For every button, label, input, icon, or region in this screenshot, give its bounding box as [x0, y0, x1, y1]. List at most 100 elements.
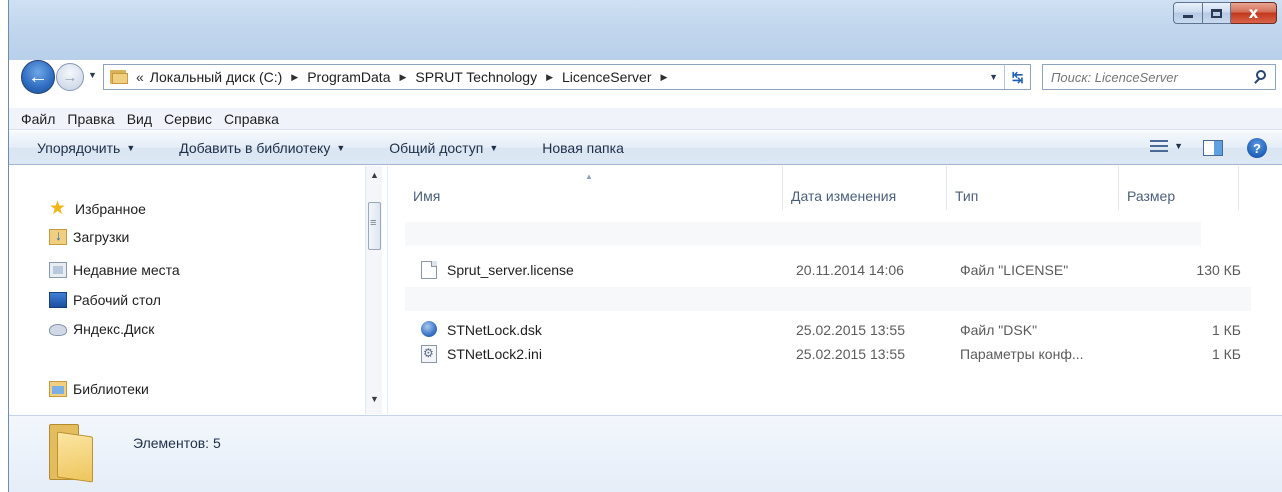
breadcrumb-sprut-technology[interactable]: SPRUT Technology	[415, 69, 537, 85]
star-icon: ★	[49, 198, 67, 219]
folder-icon	[49, 424, 97, 483]
library-icon	[49, 381, 67, 397]
file-row[interactable]: STNetLock.dsk 25.02.2015 13:55 Файл "DSK…	[389, 319, 1282, 341]
menu-bar: Файл Правка Вид Сервис Справка	[9, 108, 1282, 130]
share-button[interactable]: Общий доступ ▼	[389, 140, 498, 156]
column-header-name[interactable]: Имя	[405, 166, 783, 210]
scroll-up-icon[interactable]: ▲	[366, 170, 383, 184]
organize-button[interactable]: Упорядочить ▼	[37, 140, 135, 156]
column-header-label: Дата изменения	[791, 188, 897, 204]
search-input[interactable]	[1051, 69, 1247, 85]
organize-label: Упорядочить	[37, 139, 121, 156]
column-headers: Имя ▲ Дата изменения Тип Размер	[389, 166, 1282, 210]
close-icon: x	[1248, 4, 1259, 22]
nav-scrollbar[interactable]: ▲ ▼	[365, 166, 382, 414]
refresh-icon: ↹	[1011, 68, 1024, 85]
file-row[interactable]: STNetLock2.ini 25.02.2015 13:55 Параметр…	[389, 343, 1282, 365]
nav-item-desktop[interactable]: Рабочий стол	[49, 289, 161, 311]
items-count: Элементов: 5	[133, 435, 221, 451]
desktop-icon	[49, 292, 67, 308]
license-file-icon	[421, 261, 437, 279]
file-name: STNetLock2.ini	[447, 346, 542, 362]
file-date: 25.02.2015 13:55	[796, 322, 905, 338]
nav-item-yandex-disk[interactable]: Яндекс.Диск	[49, 318, 154, 340]
new-folder-label: Новая папка	[542, 139, 624, 156]
breadcrumb-overflow[interactable]: «	[136, 69, 144, 85]
nav-item-label: Недавние места	[73, 262, 180, 278]
preview-pane-icon[interactable]	[1203, 140, 1223, 156]
ini-file-icon	[421, 345, 437, 363]
search-box[interactable]	[1042, 64, 1276, 90]
new-folder-button[interactable]: Новая папка	[542, 140, 624, 156]
maximize-button[interactable]	[1203, 2, 1231, 24]
file-name: STNetLock.dsk	[447, 322, 542, 338]
forward-button[interactable]: →	[56, 63, 84, 91]
refresh-button[interactable]: ↹	[1004, 65, 1030, 89]
back-button[interactable]: ←	[21, 60, 55, 94]
nav-item-label: Яндекс.Диск	[73, 321, 155, 337]
title-bar: x	[9, 0, 1282, 60]
file-date: 20.11.2014 14:06	[796, 262, 904, 278]
dsk-file-icon	[421, 321, 437, 337]
explorer-window: x ← → ▼ « Локальный диск (C:) ▶ ProgramD…	[8, 0, 1282, 492]
recent-pages-dropdown[interactable]: ▼	[88, 70, 97, 80]
breadcrumb-separator-icon[interactable]: ▶	[546, 72, 553, 83]
file-type: Параметры конф...	[960, 346, 1084, 362]
breadcrumb-separator-icon[interactable]: ▶	[399, 72, 406, 83]
close-button[interactable]: x	[1231, 2, 1277, 24]
share-label: Общий доступ	[389, 139, 484, 156]
column-header-size[interactable]: Размер	[1119, 166, 1239, 210]
forward-arrow-icon: →	[62, 68, 78, 86]
folder-icon	[110, 69, 128, 85]
minimize-button[interactable]	[1173, 2, 1203, 24]
file-type: Файл "DSK"	[960, 322, 1038, 338]
menu-view[interactable]: Вид	[121, 111, 158, 127]
caption-buttons: x	[1173, 2, 1277, 32]
nav-item-label: Загрузки	[73, 229, 130, 245]
menu-edit[interactable]: Правка	[61, 111, 120, 127]
nav-item-downloads[interactable]: Загрузки	[49, 226, 129, 248]
address-dropdown-icon[interactable]: ▼	[989, 72, 998, 82]
scroll-thumb[interactable]	[368, 202, 381, 250]
nav-item-label: Библиотеки	[73, 381, 149, 397]
breadcrumb-licenceserver[interactable]: LicenceServer	[562, 69, 652, 85]
column-header-label: Тип	[955, 188, 979, 204]
file-row[interactable]: Sprut_server.license 20.11.2014 14:06 Фа…	[389, 259, 1282, 281]
nav-item-libraries[interactable]: Библиотеки	[49, 378, 149, 400]
nav-item-favorites[interactable]: ★ Избранное	[49, 198, 146, 220]
column-header-date[interactable]: Дата изменения	[783, 166, 947, 210]
nav-item-label: Рабочий стол	[73, 292, 161, 308]
breadcrumb-local-disk[interactable]: Локальный диск (C:)	[150, 69, 283, 85]
help-icon[interactable]: ?	[1247, 138, 1267, 158]
details-pane: Элементов: 5	[9, 415, 1282, 492]
view-options-icon	[1150, 139, 1169, 153]
breadcrumb-separator-icon[interactable]: ▶	[291, 72, 298, 83]
chevron-down-icon: ▼	[126, 142, 136, 153]
scroll-down-icon[interactable]: ▼	[366, 394, 383, 408]
file-date: 25.02.2015 13:55	[796, 346, 905, 362]
menu-file[interactable]: Файл	[9, 111, 61, 127]
change-view-button[interactable]: ▼	[1150, 139, 1183, 153]
cloud-drive-icon	[49, 324, 67, 336]
address-bar[interactable]: « Локальный диск (C:) ▶ ProgramData ▶ SP…	[103, 64, 1031, 90]
file-name: Sprut_server.license	[447, 262, 574, 278]
minimize-icon	[1183, 14, 1193, 18]
downloads-folder-icon	[49, 227, 67, 245]
back-arrow-icon: ←	[28, 65, 48, 88]
file-size: 130 КБ	[1196, 262, 1241, 278]
chevron-down-icon: ▼	[1174, 141, 1183, 151]
search-icon[interactable]	[1253, 69, 1269, 85]
breadcrumb-programdata[interactable]: ProgramData	[307, 69, 390, 85]
nav-item-label: Избранное	[75, 201, 146, 217]
column-header-label: Размер	[1127, 188, 1176, 204]
recent-places-icon	[49, 262, 67, 278]
file-size: 1 КБ	[1211, 322, 1241, 338]
chevron-down-icon: ▼	[489, 142, 499, 153]
menu-tools[interactable]: Сервис	[158, 111, 218, 127]
add-to-library-button[interactable]: Добавить в библиотеку ▼	[179, 140, 345, 156]
nav-item-recent[interactable]: Недавние места	[49, 259, 180, 281]
column-header-type[interactable]: Тип	[947, 166, 1119, 210]
breadcrumb-separator-icon[interactable]: ▶	[661, 72, 668, 83]
menu-help[interactable]: Справка	[218, 111, 285, 127]
file-list: Имя ▲ Дата изменения Тип Размер Sprut_se…	[389, 166, 1282, 414]
